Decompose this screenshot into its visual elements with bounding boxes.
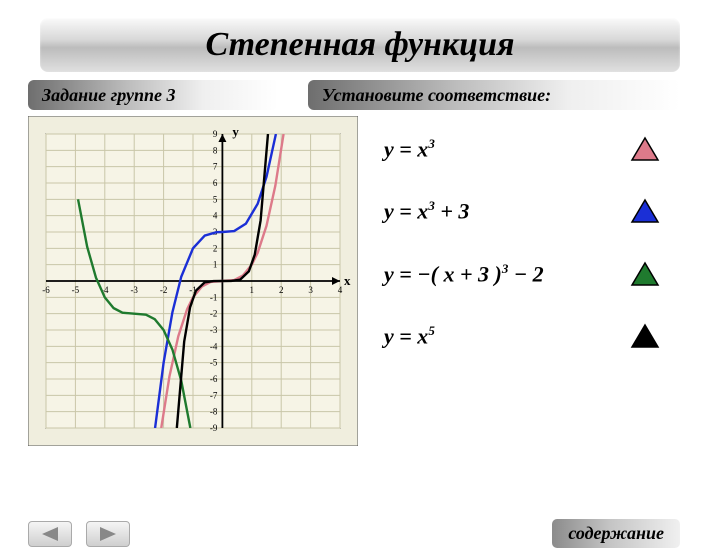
- color-triangle-icon[interactable]: [630, 198, 660, 224]
- svg-text:2: 2: [279, 285, 284, 295]
- color-triangle-icon[interactable]: [630, 323, 660, 349]
- subtitle-left-pill: Задание группе 3: [28, 80, 278, 110]
- svg-text:-7: -7: [210, 390, 218, 400]
- svg-text:4: 4: [338, 285, 343, 295]
- svg-text:-3: -3: [210, 325, 218, 335]
- svg-text:-6: -6: [210, 374, 218, 384]
- svg-text:-5: -5: [210, 358, 218, 368]
- contents-label: содержание: [568, 523, 664, 543]
- equation-row: y = −( x + 3 )3 − 2: [384, 261, 680, 287]
- svg-text:-2: -2: [160, 285, 168, 295]
- svg-text:-9: -9: [210, 423, 218, 433]
- equation-row: y = x5: [384, 323, 680, 349]
- contents-button[interactable]: содержание: [552, 519, 680, 548]
- color-triangle-icon[interactable]: [630, 136, 660, 162]
- svg-text:-8: -8: [210, 407, 218, 417]
- subtitle-right-pill: Установите соответствие:: [308, 80, 680, 110]
- chart-svg: -6-5-4-3-2-11234-9-8-7-6-5-4-3-2-1123456…: [28, 116, 358, 446]
- equation-text: y = −( x + 3 )3 − 2: [384, 261, 544, 287]
- nav-controls: [28, 521, 130, 547]
- equation-column: y = x3 y = x3 + 3 y = −( x + 3 )3 − 2 y = x…: [384, 116, 680, 451]
- svg-text:1: 1: [250, 285, 255, 295]
- svg-text:-2: -2: [210, 309, 218, 319]
- svg-text:8: 8: [213, 145, 218, 155]
- prev-button[interactable]: [28, 521, 72, 547]
- page-title: Степенная функция: [205, 26, 514, 64]
- svg-text:-3: -3: [130, 285, 138, 295]
- svg-text:-1: -1: [210, 292, 218, 302]
- subtitle-left: Задание группе 3: [42, 85, 176, 106]
- svg-text:7: 7: [213, 162, 218, 172]
- svg-text:6: 6: [213, 178, 218, 188]
- equation-row: y = x3: [384, 136, 680, 162]
- next-button[interactable]: [86, 521, 130, 547]
- svg-text:1: 1: [213, 260, 218, 270]
- svg-text:-6: -6: [42, 285, 50, 295]
- svg-text:2: 2: [213, 243, 218, 253]
- arrow-left-icon: [42, 527, 58, 541]
- svg-text:3: 3: [308, 285, 313, 295]
- equation-text: y = x3: [384, 136, 435, 162]
- page-title-bar: Степенная функция: [40, 18, 680, 72]
- equation-row: y = x3 + 3: [384, 198, 680, 224]
- subtitle-right: Установите соответствие:: [322, 85, 551, 106]
- svg-text:4: 4: [213, 211, 218, 221]
- svg-text:-4: -4: [210, 341, 218, 351]
- arrow-right-icon: [100, 527, 116, 541]
- svg-text:х: х: [344, 273, 351, 288]
- svg-text:9: 9: [213, 129, 218, 139]
- svg-text:у: у: [232, 124, 239, 139]
- equation-text: y = x5: [384, 323, 435, 349]
- svg-text:-5: -5: [72, 285, 80, 295]
- svg-text:5: 5: [213, 194, 218, 204]
- equation-text: y = x3 + 3: [384, 198, 469, 224]
- chart: -6-5-4-3-2-11234-9-8-7-6-5-4-3-2-1123456…: [28, 116, 358, 451]
- color-triangle-icon[interactable]: [630, 261, 660, 287]
